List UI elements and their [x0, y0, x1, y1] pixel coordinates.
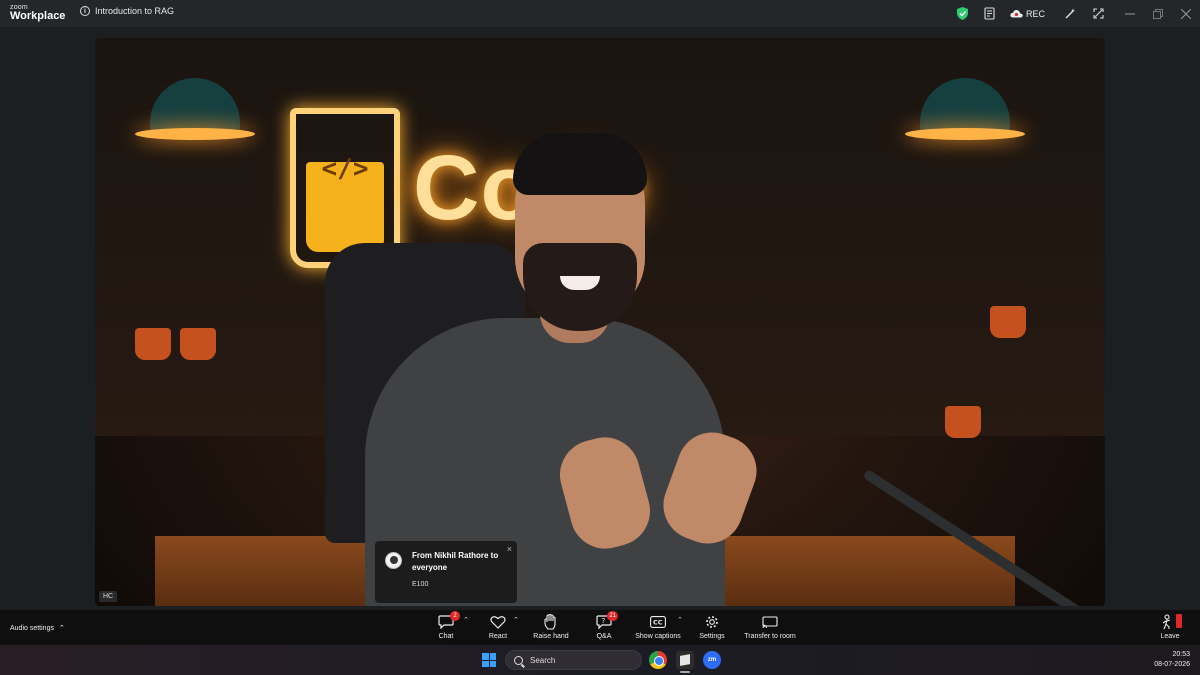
participant-name-badge: HC: [99, 591, 118, 602]
qa-badge: 21: [607, 611, 618, 621]
chevron-up-icon: ⌃: [58, 625, 65, 632]
system-clock[interactable]: 20:53 08-07-2026: [1154, 650, 1190, 670]
windows-start-icon[interactable]: [482, 653, 496, 667]
leave-button[interactable]: Leave: [1156, 614, 1184, 640]
speaker-hair: [513, 133, 647, 195]
avatar: [385, 552, 402, 569]
os-taskbar: Search zm 20:53 08-07-2026: [0, 645, 1200, 675]
settings-button[interactable]: Settings: [680, 614, 744, 640]
chrome-icon[interactable]: [649, 651, 667, 669]
mug-left-2: [180, 328, 216, 360]
gear-icon: [703, 614, 721, 630]
chat-icon: 2: [437, 611, 460, 630]
magic-wand-icon[interactable]: [1056, 0, 1084, 27]
restore-icon[interactable]: [1144, 0, 1172, 27]
participant-video[interactable]: </> Code HC: [95, 38, 1105, 606]
settings-label: Settings: [699, 633, 725, 640]
leave-label: Leave: [1160, 633, 1180, 640]
close-icon[interactable]: ×: [507, 544, 512, 554]
meeting-info[interactable]: i Introduction to RAG: [80, 6, 174, 16]
hand-icon: [542, 614, 560, 630]
rec-label: REC: [1026, 8, 1046, 19]
expand-icon[interactable]: [1084, 0, 1112, 27]
clock-date: 08-07-2026: [1154, 661, 1190, 668]
mug-right: [945, 406, 981, 438]
active-app-indicator: [680, 671, 690, 673]
react-label: React: [488, 633, 508, 640]
shield-check-icon[interactable]: [948, 0, 976, 27]
search-icon: [514, 655, 523, 665]
minimize-icon[interactable]: [1116, 0, 1144, 27]
lamp-left: [135, 78, 255, 140]
lamp-right: [905, 78, 1025, 140]
leave-icon: [1162, 614, 1182, 630]
svg-text:CC: CC: [653, 619, 663, 627]
raise-hand-label: Raise hand: [533, 633, 569, 640]
show-captions-label: Show captions: [635, 633, 681, 640]
title-bar: zoom Workplace i Introduction to RAG REC: [0, 0, 1200, 27]
svg-text:?: ?: [602, 617, 606, 625]
search-label: Search: [530, 655, 556, 665]
close-icon[interactable]: [1172, 0, 1200, 27]
cc-icon: CC: [649, 614, 667, 630]
app-cube-icon[interactable]: [676, 651, 694, 669]
zoom-window: zoom Workplace i Introduction to RAG REC: [0, 0, 1200, 675]
transfer-to-room-button[interactable]: Transfer to room: [738, 614, 802, 640]
mug-left-1: [135, 328, 171, 360]
plant-pot: [990, 306, 1026, 338]
meeting-toolbar: Audio settings ⌃ 2 Chat ⌃ React ⌃ Raise …: [0, 610, 1200, 645]
chat-notification[interactable]: From Nikhil Rathore to everyone E100 ×: [375, 541, 517, 603]
notes-icon[interactable]: [976, 0, 1004, 27]
zoom-logo: zoom Workplace: [10, 4, 65, 22]
brand-bottom: Workplace: [10, 10, 66, 22]
react-options-chevron-icon[interactable]: ⌃: [513, 616, 519, 624]
transfer-to-room-label: Transfer to room: [744, 633, 796, 640]
cast-icon: [761, 614, 779, 630]
audio-settings-label: Audio settings: [10, 624, 54, 632]
taskbar-search[interactable]: Search: [505, 650, 642, 670]
heart-icon: [489, 614, 507, 630]
chat-badge: 2: [450, 611, 460, 621]
meeting-title: Introduction to RAG: [95, 6, 175, 16]
clock-time: 20:53: [1172, 651, 1190, 658]
zoom-app-icon[interactable]: zm: [703, 651, 721, 669]
video-stage: </> Code HC From Nikhil Rathore to every…: [0, 27, 1200, 610]
chat-message: E100: [412, 581, 429, 588]
qa-label: Q&A: [596, 633, 612, 640]
qa-icon: ? 21: [595, 611, 618, 630]
chat-label: Chat: [438, 633, 454, 640]
chat-sender: From Nikhil Rathore to everyone: [412, 551, 499, 572]
info-icon[interactable]: i: [80, 6, 90, 16]
cloud-rec-icon: [1010, 10, 1023, 18]
audio-settings-button[interactable]: Audio settings ⌃: [10, 624, 65, 633]
title-controls: REC: [948, 0, 1200, 27]
recording-indicator[interactable]: REC: [1010, 9, 1050, 19]
